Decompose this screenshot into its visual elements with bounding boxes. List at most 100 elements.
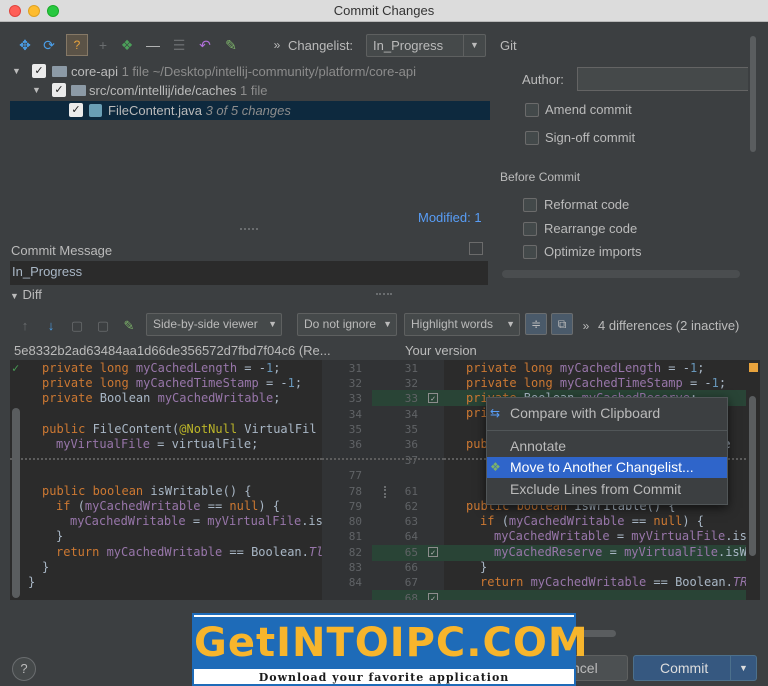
git-options-panel: Git Author: Amend commit Sign-off commit… [494, 32, 752, 282]
sync-scroll-icon[interactable]: ≑ [525, 313, 547, 335]
code-line: public FileContent(@NotNull VirtualFil [42, 422, 317, 436]
code-line: } [56, 529, 64, 543]
tree-row-package[interactable]: ▼ ✓ src/com/intellij/ide/caches 1 file [10, 81, 490, 100]
watermark-title: GetINTOIPC.COM [194, 617, 588, 669]
code-line: private long myCachedLength = -1; [466, 361, 705, 375]
java-file-icon [89, 104, 102, 117]
right-line-number: 65 [404, 546, 418, 559]
collapse-arrow-icon: ▼ [10, 291, 19, 301]
code-line: return myCachedWritable == Boolean.TR [480, 575, 746, 589]
signoff-commit-checkbox[interactable] [525, 131, 539, 145]
left-editor[interactable]: ✓ private long myCachedLength = -1; priv… [10, 360, 322, 600]
chevron-down-icon[interactable]: ▼ [730, 656, 756, 680]
show-diff-icon[interactable]: ? [66, 34, 88, 56]
right-line-number: 63 [404, 515, 418, 528]
checkbox-module[interactable]: ✓ [32, 64, 46, 78]
expand-arrow-icon[interactable]: ▼ [12, 62, 21, 81]
collapsed-lines-marker[interactable] [322, 458, 444, 470]
menu-item-compare-clipboard[interactable]: ⇆ Compare with Clipboard [487, 403, 727, 424]
collapsed-lines-marker[interactable] [10, 458, 322, 470]
change-band [444, 590, 746, 600]
right-line-number: 35 [404, 423, 418, 436]
commit-message-input[interactable]: In_Progress [10, 261, 488, 285]
right-line-number: 32 [404, 377, 418, 390]
warning-marker[interactable] [749, 363, 758, 372]
add-icon[interactable]: + [94, 36, 112, 54]
commit-button[interactable]: Commit ▼ [633, 655, 757, 681]
more-icon[interactable]: » [268, 36, 286, 54]
optimize-imports-checkbox[interactable] [523, 245, 537, 259]
revert-icon[interactable]: ↶ [196, 36, 214, 54]
changelist-select[interactable]: In_Progress ▼ [366, 34, 486, 57]
drag-handle[interactable] [384, 486, 386, 498]
menu-item-move-changelist[interactable]: ❖ Move to Another Changelist... [487, 457, 727, 478]
left-line-number: 31 [348, 362, 362, 375]
menu-item-label: Annotate [510, 438, 567, 454]
code-line: pri [466, 406, 488, 420]
right-line-number: 61 [404, 485, 418, 498]
right-line-number: 31 [404, 362, 418, 375]
checkbox-file[interactable]: ✓ [69, 103, 83, 117]
git-panel-scrollbar[interactable] [748, 32, 758, 282]
menu-item-annotate[interactable]: Annotate [487, 436, 727, 457]
highlight-select[interactable]: Highlight words ▼ [404, 313, 520, 336]
modified-link[interactable]: Modified: 1 [418, 210, 482, 225]
module-file-count: 1 file [121, 64, 150, 79]
code-line: myCachedReserve = myVirtualFile.isW [494, 545, 746, 559]
tree-row-file[interactable]: ✓ FileContent.java 3 of 5 changes [10, 101, 490, 120]
left-line-number: 34 [348, 408, 362, 421]
group-icon[interactable]: ❖ [118, 36, 136, 54]
right-editor-scrollbar[interactable] [746, 360, 760, 600]
scrollbar-thumb[interactable] [750, 36, 756, 152]
left-revision-title: 5e8332b2ad63484aa1d66de356572d7fbd7f04c6… [14, 343, 331, 358]
splitter-handle[interactable] [376, 293, 392, 296]
git-panel-hscrollbar[interactable] [502, 270, 740, 278]
file-name: FileContent.java [108, 103, 202, 118]
scrollbar-thumb[interactable] [749, 396, 756, 556]
author-input[interactable] [577, 67, 752, 91]
ignore-whitespace-select[interactable]: Do not ignore ▼ [297, 313, 397, 336]
rearrange-code-checkbox[interactable] [523, 222, 537, 236]
include-change-checkbox[interactable]: ✓ [428, 593, 438, 600]
expand-arrow-icon[interactable]: ▼ [32, 81, 41, 100]
reformat-code-checkbox[interactable] [523, 198, 537, 212]
module-path: ~/Desktop/intellij-community/platform/co… [152, 64, 417, 79]
amend-commit-label: Amend commit [545, 102, 632, 117]
commit-message-text: In_Progress [12, 264, 83, 279]
checkbox-package[interactable]: ✓ [52, 83, 66, 97]
refresh-icon[interactable]: ⟳ [40, 36, 58, 54]
right-line-number [390, 468, 418, 483]
next-difference-icon[interactable]: ↓ [43, 318, 59, 334]
commit-history-icon[interactable] [469, 242, 483, 255]
splitter-handle[interactable] [240, 228, 258, 231]
compare-next-icon[interactable]: ▢ [95, 318, 111, 334]
watermark-subtitle: Download your favorite application [258, 671, 510, 684]
diff-section-toggle[interactable]: ▼ Diff [10, 287, 42, 302]
more-icon[interactable]: » [578, 318, 594, 334]
tree-row-module[interactable]: ▼ ✓ core-api 1 file ~/Desktop/intellij-c… [10, 62, 490, 81]
help-button[interactable]: ? [12, 657, 36, 681]
include-change-checkbox[interactable]: ✓ [428, 393, 438, 403]
highlight-value: Highlight words [411, 317, 494, 331]
collapse-unchanged-icon[interactable]: ⧉ [551, 313, 573, 335]
edit-icon[interactable]: ✎ [222, 36, 240, 54]
viewer-select[interactable]: Side-by-side viewer ▼ [146, 313, 282, 336]
previous-difference-icon[interactable]: ↑ [17, 318, 33, 334]
left-editor-scrollbar[interactable] [12, 408, 20, 598]
watermark-banner: GetINTOIPC.COM Download your favorite ap… [192, 613, 588, 686]
edit-source-icon[interactable]: ✎ [121, 318, 137, 334]
move-icon[interactable]: ✥ [16, 36, 34, 54]
menu-item-exclude-lines[interactable]: Exclude Lines from Commit [487, 479, 727, 500]
menu-item-label: Compare with Clipboard [510, 405, 661, 421]
chevron-down-icon: ▼ [383, 319, 392, 329]
changelist-label: Changelist: [288, 38, 354, 53]
module-name: core-api [71, 64, 118, 79]
compare-previous-icon[interactable]: ▢ [69, 318, 85, 334]
amend-commit-checkbox[interactable] [525, 103, 539, 117]
include-change-checkbox[interactable]: ✓ [428, 547, 438, 557]
menu-item-label: Exclude Lines from Commit [510, 481, 682, 497]
remove-icon[interactable]: — [144, 36, 162, 54]
changelist-value: In_Progress [373, 38, 444, 53]
left-line-number: 35 [348, 423, 362, 436]
collapse-icon[interactable]: ☰ [170, 36, 188, 54]
